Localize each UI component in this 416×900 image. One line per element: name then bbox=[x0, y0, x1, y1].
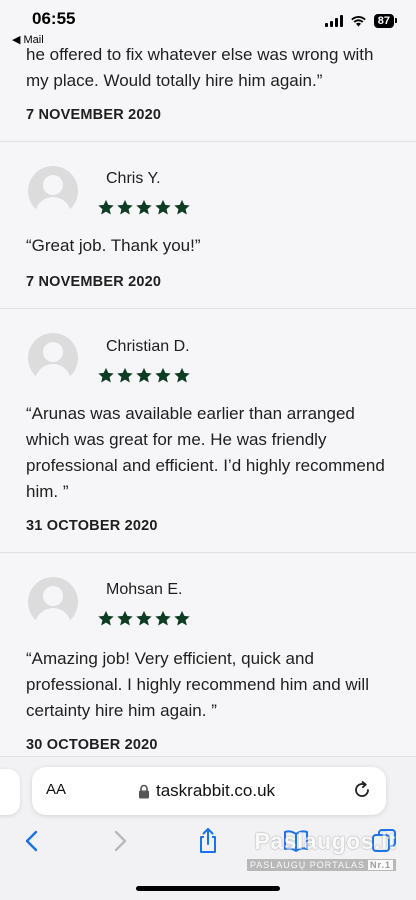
home-indicator bbox=[136, 886, 280, 891]
star-icon bbox=[98, 367, 114, 383]
reviewer-name: Chris Y. bbox=[106, 170, 161, 187]
watermark-logo: Paslaugos.lt bbox=[254, 828, 396, 854]
watermark-tagline: PASLAUGŲ PORTALAS Nr.1 bbox=[246, 859, 396, 871]
status-icons: 87 bbox=[324, 14, 398, 28]
reviewer-name: Mohsan E. bbox=[106, 581, 183, 598]
status-bar: 06:55 ◀ Mail 87 bbox=[0, 0, 416, 48]
divider bbox=[0, 141, 416, 142]
star-icon bbox=[98, 199, 114, 215]
avatar bbox=[28, 166, 78, 216]
star-icon bbox=[174, 199, 190, 215]
reload-icon[interactable] bbox=[352, 780, 372, 800]
share-icon[interactable] bbox=[194, 827, 222, 855]
review-text: “Arunas was available earlier than arran… bbox=[26, 404, 385, 501]
review-date: 7 NOVEMBER 2020 bbox=[26, 274, 162, 290]
star-icon bbox=[155, 199, 171, 215]
watermark: Paslaugos.lt PASLAUGŲ PORTALAS Nr.1 bbox=[246, 828, 396, 873]
star-icon bbox=[136, 610, 152, 626]
url-text: taskrabbit.co.uk bbox=[156, 781, 276, 800]
star-icon bbox=[117, 610, 133, 626]
url-display[interactable]: taskrabbit.co.uk bbox=[138, 781, 275, 801]
signal-icon bbox=[324, 15, 343, 27]
star-icon bbox=[136, 367, 152, 383]
reviewer-name: Christian D. bbox=[106, 338, 190, 355]
divider bbox=[0, 308, 416, 309]
review-text-partial: he offered to fix whatever else was wron… bbox=[26, 45, 374, 90]
text-size-button[interactable]: AA bbox=[46, 781, 66, 798]
star-icon bbox=[174, 610, 190, 626]
review-date: 30 OCTOBER 2020 bbox=[26, 737, 158, 753]
previous-tab-preview[interactable] bbox=[0, 769, 20, 815]
review-text: “Amazing job! Very efficient, quick and … bbox=[26, 649, 369, 720]
divider bbox=[0, 552, 416, 553]
star-icon bbox=[117, 199, 133, 215]
wifi-icon bbox=[350, 16, 366, 27]
avatar bbox=[28, 577, 78, 627]
address-bar[interactable]: AA taskrabbit.co.uk bbox=[32, 767, 386, 815]
chevron-left-icon[interactable] bbox=[18, 827, 46, 855]
star-icon bbox=[155, 367, 171, 383]
review-text: “Great job. Thank you!” bbox=[26, 236, 201, 255]
status-time: 06:55 bbox=[32, 9, 76, 28]
review-date: 31 OCTOBER 2020 bbox=[26, 518, 158, 534]
battery-indicator: 87 bbox=[373, 14, 398, 28]
star-icon bbox=[98, 610, 114, 626]
star-rating bbox=[97, 610, 191, 627]
star-icon bbox=[136, 199, 152, 215]
star-rating bbox=[97, 367, 191, 384]
chevron-right-icon[interactable] bbox=[106, 827, 134, 855]
review-date: 7 NOVEMBER 2020 bbox=[26, 107, 162, 123]
star-rating bbox=[97, 199, 191, 216]
star-icon bbox=[155, 610, 171, 626]
star-icon bbox=[117, 367, 133, 383]
back-to-mail-link[interactable]: ◀ Mail bbox=[12, 33, 44, 46]
lock-icon bbox=[139, 784, 149, 798]
avatar bbox=[28, 333, 78, 383]
star-icon bbox=[174, 367, 190, 383]
